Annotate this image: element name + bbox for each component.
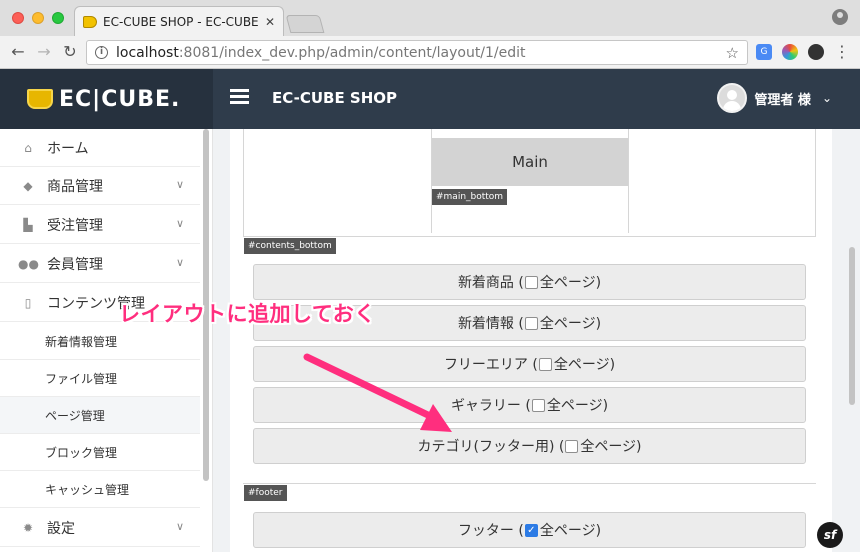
dark-extension-icon[interactable] (808, 44, 824, 60)
block-suffix: 全ページ) (580, 439, 642, 455)
layout-grid: Main #main_bottom (243, 129, 816, 237)
avatar (717, 83, 748, 113)
logo-text: EC|CUBE. (59, 86, 181, 112)
new-tab-button[interactable] (285, 15, 325, 33)
area-tag-main-bottom: #main_bottom (432, 189, 508, 205)
block-label: 新着情報 ( (457, 316, 524, 332)
hamburger-menu-icon[interactable] (230, 89, 249, 104)
url-host: localhost (116, 44, 179, 61)
minimize-window-button[interactable] (32, 12, 44, 24)
sidebar-subitem-cache[interactable]: キャッシュ管理 (0, 471, 200, 508)
sidebar-item-label: ホーム (47, 140, 89, 157)
sidebar-subitem-pages[interactable]: ページ管理 (0, 397, 200, 434)
reload-icon[interactable]: ↻ (60, 42, 80, 62)
sidebar-subitem-files[interactable]: ファイル管理 (0, 360, 200, 397)
area-tag-footer: #footer (244, 485, 287, 501)
home-icon: ⌂ (24, 140, 32, 155)
bookmark-star-icon[interactable]: ☆ (726, 44, 739, 62)
main-content: Main #main_bottom #contents_bottom 新着商品 … (213, 129, 860, 552)
user-menu[interactable]: 管理者 様 ⌄ (717, 83, 832, 113)
block-label: ギャラリー ( (450, 398, 531, 414)
tag-icon: ◆ (23, 178, 33, 193)
all-pages-checkbox[interactable] (524, 316, 538, 330)
block-label: フッター ( (457, 523, 524, 539)
sidebar-item-label: 会員管理 (47, 256, 103, 273)
sidebar-subitem-blocks[interactable]: ブロック管理 (0, 434, 200, 471)
all-pages-checkbox[interactable] (538, 357, 552, 371)
browser-toolbar: ← → ↻ i localhost:8081/index_dev.php/adm… (0, 36, 860, 69)
layout-block[interactable]: ギャラリー ( 全ページ) (253, 387, 806, 423)
main-area[interactable]: Main (432, 138, 628, 186)
users-icon: ●● (18, 256, 39, 271)
all-pages-checkbox[interactable] (531, 398, 545, 412)
all-pages-checkbox[interactable] (524, 275, 538, 289)
block-suffix: 全ページ) (546, 398, 609, 414)
all-pages-checkbox[interactable]: ✓ (524, 523, 538, 537)
favicon-icon (83, 15, 97, 28)
sidebar-item-orders[interactable]: ▙ 受注管理 ∨ (0, 206, 200, 244)
block-label: カテゴリ(フッター用) ( (417, 439, 565, 455)
sidebar-item-home[interactable]: ⌂ ホーム (0, 129, 200, 167)
url-path: :8081/index_dev.php/admin/content/layout… (178, 44, 526, 61)
profile-icon[interactable] (832, 9, 848, 25)
block-suffix: 全ページ) (539, 316, 602, 332)
browser-tab[interactable]: EC-CUBE SHOP - EC-CUBE管 ✕ (74, 6, 284, 36)
block-label: フリーエリア ( (443, 357, 538, 373)
block-label: 新着商品 ( (457, 275, 524, 291)
column-divider (628, 129, 629, 233)
shop-name: EC-CUBE SHOP (272, 89, 398, 107)
chevron-down-icon: ∨ (175, 520, 184, 533)
layout-block[interactable]: 新着商品 ( 全ページ) (253, 264, 806, 300)
tab-title: EC-CUBE SHOP - EC-CUBE管 (103, 15, 259, 29)
gear-icon: ✹ (22, 520, 34, 535)
url-text: localhost:8081/index_dev.php/admin/conte… (116, 45, 726, 61)
chevron-down-icon: ⌄ (821, 91, 832, 105)
layout-block[interactable]: フッター (✓ 全ページ) (253, 512, 806, 548)
sidebar-item-label: 設定 (47, 520, 75, 537)
close-window-button[interactable] (12, 12, 24, 24)
browser-menu-icon[interactable]: ⋮ (834, 43, 850, 61)
content-scrollbar[interactable] (849, 247, 855, 405)
browser-chrome: EC-CUBE SHOP - EC-CUBE管 ✕ ← → ↻ i localh… (0, 0, 860, 69)
sidebar-item-settings[interactable]: ✹ 設定 ∨ (0, 509, 200, 547)
logo-cube-icon (27, 89, 53, 109)
block-suffix: 全ページ) (553, 357, 616, 373)
chevron-down-icon: ∨ (175, 178, 184, 191)
layout-block[interactable]: カテゴリ(フッター用) ( 全ページ) (253, 428, 806, 464)
cart-icon: ▙ (23, 217, 33, 232)
sidebar-item-label: 受注管理 (47, 217, 103, 234)
sidebar-item-label: 商品管理 (47, 178, 103, 195)
tab-bar: EC-CUBE SHOP - EC-CUBE管 ✕ (0, 0, 860, 36)
block-suffix: 全ページ) (539, 275, 602, 291)
site-info-icon[interactable]: i (95, 46, 108, 59)
user-name: 管理者 様 (754, 92, 811, 108)
layout-block[interactable]: フリーエリア ( 全ページ) (253, 346, 806, 382)
divider (243, 483, 816, 484)
symfony-toolbar-icon[interactable]: sf (817, 522, 843, 548)
logo[interactable]: EC|CUBE. (0, 69, 213, 129)
sidebar-item-customers[interactable]: ●● 会員管理 ∨ (0, 245, 200, 283)
area-tag-contents-bottom: #contents_bottom (244, 238, 336, 254)
sidebar-subitem-news[interactable]: 新着情報管理 (0, 323, 200, 360)
sidebar-item-products[interactable]: ◆ 商品管理 ∨ (0, 167, 200, 205)
chevron-down-icon: ∨ (175, 256, 184, 269)
sidebar: ⌂ ホーム ◆ 商品管理 ∨ ▙ 受注管理 ∨ ●● 会員管理 ∨ ▯ コンテン… (0, 129, 213, 552)
layout-panel: Main #main_bottom #contents_bottom 新着商品 … (230, 129, 832, 552)
block-suffix: 全ページ) (539, 523, 602, 539)
chevron-down-icon: ∨ (175, 217, 184, 230)
translate-extension-icon[interactable]: G (756, 44, 772, 60)
annotation-callout: レイアウトに追加しておく (119, 302, 376, 326)
tab-close-icon[interactable]: ✕ (265, 15, 275, 29)
back-icon[interactable]: ← (8, 42, 28, 62)
address-bar[interactable]: i localhost:8081/index_dev.php/admin/con… (86, 40, 748, 65)
forward-icon[interactable]: → (34, 42, 54, 62)
color-extension-icon[interactable] (782, 44, 798, 60)
file-icon: ▯ (24, 295, 32, 310)
admin-header: EC|CUBE. EC-CUBE SHOP 管理者 様 ⌄ (0, 69, 860, 129)
all-pages-checkbox[interactable] (565, 439, 579, 453)
maximize-window-button[interactable] (52, 12, 64, 24)
